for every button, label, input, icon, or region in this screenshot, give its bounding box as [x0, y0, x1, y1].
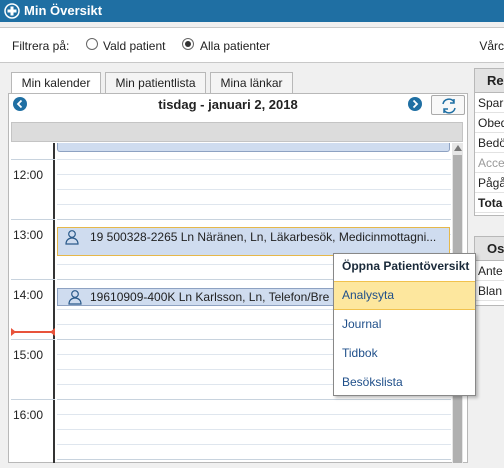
- tab-min-kalender[interactable]: Min kalender: [11, 72, 101, 95]
- current-time-line: [11, 331, 55, 333]
- time-label: 15:00: [13, 348, 44, 362]
- summary-box: Re Spar Obed Bedö Accer Pågå Tota: [474, 68, 504, 216]
- time-label: 16:00: [13, 408, 44, 422]
- filter-right-label: Vårc: [479, 39, 504, 53]
- summary-row[interactable]: Bedö: [475, 133, 504, 153]
- time-label: 12:00: [13, 168, 44, 182]
- appointment-block[interactable]: 19610909-400K Ln Karlsson, Ln, Telefon/B…: [57, 288, 337, 306]
- context-menu-title[interactable]: Öppna Patientöversikt: [334, 254, 475, 281]
- appointment-text: 19610909-400K Ln Karlsson, Ln, Telefon/B…: [90, 290, 330, 304]
- next-day-button[interactable]: [408, 97, 422, 111]
- time-label: 14:00: [13, 288, 44, 302]
- patient-icon: [68, 290, 82, 305]
- patient-icon: [65, 230, 79, 245]
- plus-cross-icon: [4, 3, 20, 19]
- refresh-icon: [442, 98, 456, 114]
- appointment-block[interactable]: 19 500328-2265 Ln Näränen, Ln, Läkarbesö…: [57, 227, 450, 256]
- right-side-panel: Re Spar Obed Bedö Accer Pågå Tota Os Ant…: [474, 68, 504, 468]
- second-box-row[interactable]: Blan: [475, 281, 504, 301]
- all-day-row: [11, 122, 463, 142]
- second-box-row[interactable]: Ante: [475, 261, 504, 281]
- radio-label-vald-patient[interactable]: Vald patient: [103, 39, 166, 53]
- chevron-right-icon: [412, 99, 419, 109]
- appointment-text: 19 500328-2265 Ln Näränen, Ln, Läkarbesö…: [90, 230, 437, 244]
- summary-row[interactable]: Spar: [475, 93, 504, 113]
- summary-row[interactable]: Accer: [475, 153, 504, 173]
- refresh-button[interactable]: [431, 95, 465, 115]
- radio-alla-patienter[interactable]: [182, 38, 194, 50]
- second-box-title: Os: [475, 237, 504, 261]
- radio-label-alla-patienter[interactable]: Alla patienter: [200, 39, 270, 53]
- second-box: Os Ante Blan: [474, 236, 504, 306]
- appointment-block-partial[interactable]: [57, 143, 450, 152]
- calendar-date-label: tisdag - januari 2, 2018: [158, 97, 298, 112]
- summary-row[interactable]: Pågå: [475, 173, 504, 193]
- summary-row[interactable]: Obed: [475, 113, 504, 133]
- scroll-up-arrow-icon[interactable]: [454, 145, 462, 151]
- filter-label: Filtrera på:: [12, 39, 70, 53]
- previous-day-button[interactable]: [13, 97, 27, 111]
- window-titlebar: Min Översikt: [0, 0, 504, 22]
- tab-min-patientlista[interactable]: Min patientlista: [105, 72, 206, 93]
- summary-row-total: Tota: [475, 193, 504, 213]
- window-title: Min Översikt: [24, 3, 103, 18]
- time-label: 13:00: [13, 228, 44, 242]
- filter-bar: Filtrera på: Vald patient Alla patienter…: [0, 27, 504, 63]
- current-time-marker-left: [11, 328, 16, 336]
- radio-vald-patient[interactable]: [86, 38, 98, 50]
- tab-mina-lankar[interactable]: Mina länkar: [210, 72, 293, 93]
- menu-item-journal[interactable]: Journal: [334, 310, 475, 339]
- current-time-marker-right: [50, 328, 55, 336]
- menu-item-analysyta[interactable]: Analysyta: [334, 281, 475, 310]
- menu-item-besokslista[interactable]: Besökslista: [334, 368, 475, 397]
- menu-item-tidbok[interactable]: Tidbok: [334, 339, 475, 368]
- chevron-left-icon: [16, 99, 23, 109]
- summary-box-title: Re: [475, 69, 504, 93]
- context-menu: Öppna Patientöversikt Analysyta Journal …: [333, 253, 476, 396]
